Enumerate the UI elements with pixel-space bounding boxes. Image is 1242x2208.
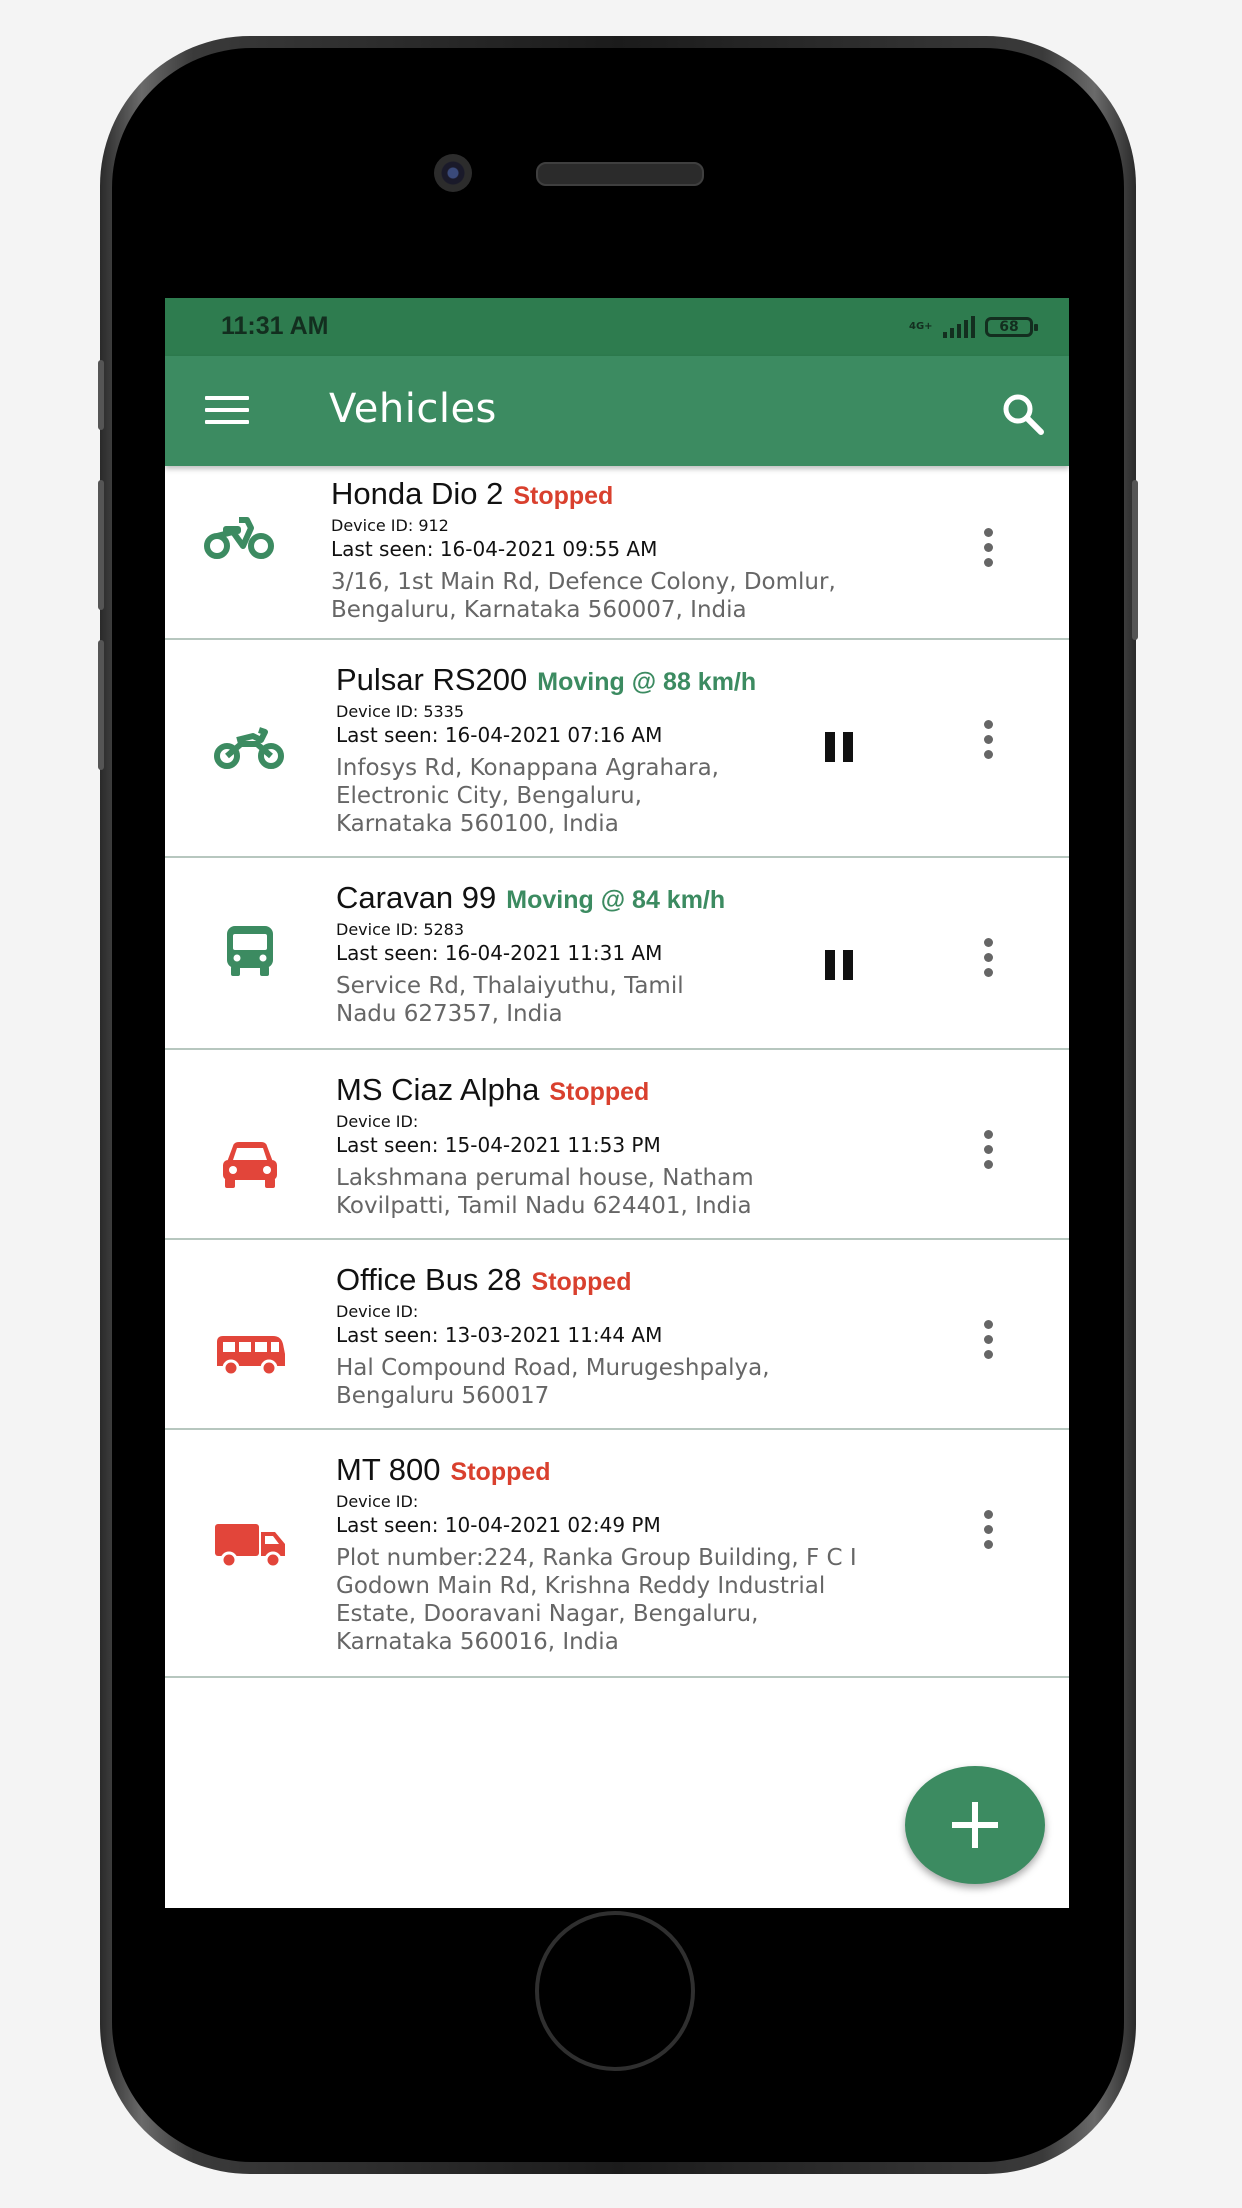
vehicle-info: Office Bus 28 Stopped Device ID: Last see…	[336, 1262, 770, 1410]
pause-icon[interactable]	[825, 950, 855, 980]
battery-icon: 68	[985, 317, 1038, 337]
add-vehicle-button[interactable]	[905, 1766, 1045, 1884]
vehicle-name: Office Bus 28	[336, 1262, 522, 1297]
vehicle-row[interactable]: MT 800 Stopped Device ID: Last seen: 10-0…	[165, 1430, 1069, 1678]
vehicle-info: Caravan 99 Moving @ 84 km/h Device ID: 52…	[336, 880, 725, 1028]
vehicle-info: MS Ciaz Alpha Stopped Device ID: Last see…	[336, 1072, 754, 1220]
van-icon	[217, 1336, 285, 1377]
vehicle-info: Pulsar RS200 Moving @ 88 km/h Device ID: …	[336, 662, 756, 838]
signal-icon	[943, 316, 975, 338]
earpiece-speaker	[536, 162, 704, 186]
vehicle-status: Stopped	[531, 1268, 632, 1296]
last-seen: Last seen: 16-04-2021 09:55 AM	[331, 537, 658, 561]
vehicle-status: Moving @ 88 km/h	[537, 668, 757, 696]
vehicle-name: Pulsar RS200	[336, 662, 528, 697]
page-title: Vehicles	[329, 386, 497, 432]
vehicle-status: Moving @ 84 km/h	[506, 886, 726, 914]
vehicle-info: Honda Dio 2 Stopped Device ID: 912 Last s…	[331, 476, 836, 624]
last-seen: Last seen: 15-04-2021 11:53 PM	[336, 1133, 661, 1157]
device-id: Device ID: 5283	[336, 920, 465, 939]
device-id: Device ID: 912	[331, 516, 449, 535]
front-camera	[434, 154, 472, 192]
bus-icon	[227, 926, 273, 976]
last-seen: Last seen: 16-04-2021 07:16 AM	[336, 723, 663, 747]
last-seen: Last seen: 13-03-2021 11:44 AM	[336, 1323, 663, 1347]
device-id: Device ID:	[336, 1112, 419, 1131]
status-time: 11:31 AM	[221, 312, 329, 340]
vehicle-address: Hal Compound Road, Murugeshpalya, Bengal…	[336, 1355, 770, 1409]
truck-icon	[215, 1524, 285, 1569]
vehicle-status: Stopped	[513, 482, 614, 510]
pause-icon[interactable]	[825, 732, 855, 762]
more-options-icon[interactable]	[984, 1510, 994, 1550]
device-id: Device ID:	[336, 1302, 419, 1321]
car-icon	[223, 1142, 277, 1188]
vehicle-name: MS Ciaz Alpha	[336, 1072, 540, 1107]
last-seen: Last seen: 16-04-2021 11:31 AM	[336, 941, 663, 965]
hamburger-menu-icon[interactable]	[205, 396, 249, 426]
power-button	[1132, 480, 1138, 640]
vehicle-status: Stopped	[450, 1458, 551, 1486]
vehicle-address: 3/16, 1st Main Rd, Defence Colony, Domlu…	[331, 569, 836, 623]
vehicle-row[interactable]: Office Bus 28 Stopped Device ID: Last see…	[165, 1240, 1069, 1430]
network-type: 4G+	[909, 321, 933, 332]
scooter-icon	[204, 517, 274, 559]
vehicle-row[interactable]: Pulsar RS200 Moving @ 88 km/h Device ID: …	[165, 640, 1069, 858]
status-bar: 11:31 AM 4G+ 68	[165, 298, 1069, 356]
vehicle-name: Honda Dio 2	[331, 476, 504, 511]
more-options-icon[interactable]	[984, 938, 994, 978]
volume-down-button	[98, 640, 104, 770]
more-options-icon[interactable]	[984, 720, 994, 760]
battery-level: 68	[999, 319, 1019, 335]
device-id: Device ID:	[336, 1492, 419, 1511]
volume-up-button	[98, 480, 104, 610]
side-button	[98, 360, 104, 430]
vehicle-row[interactable]: MS Ciaz Alpha Stopped Device ID: Last see…	[165, 1050, 1069, 1240]
vehicle-address: Lakshmana perumal house, Natham Kovilpat…	[336, 1165, 754, 1219]
vehicle-address: Infosys Rd, Konappana Agrahara, Electron…	[336, 755, 719, 837]
app-screen: 11:31 AM 4G+ 68 Vehicles Honda Dio 2 Sto…	[165, 298, 1069, 1908]
vehicle-address: Service Rd, Thalaiyuthu, Tamil Nadu 6273…	[336, 973, 684, 1027]
vehicle-list: Honda Dio 2 Stopped Device ID: 912 Last s…	[165, 466, 1069, 1678]
vehicle-row[interactable]: Caravan 99 Moving @ 84 km/h Device ID: 52…	[165, 858, 1069, 1050]
more-options-icon[interactable]	[984, 1130, 994, 1170]
home-button[interactable]	[535, 1911, 695, 2071]
more-options-icon[interactable]	[984, 1320, 994, 1360]
more-options-icon[interactable]	[984, 528, 994, 568]
app-bar: Vehicles	[165, 356, 1069, 466]
vehicle-name: MT 800	[336, 1452, 441, 1487]
motorcycle-icon	[214, 727, 284, 769]
status-icons: 4G+ 68	[909, 312, 1038, 342]
vehicle-status: Stopped	[549, 1078, 650, 1106]
vehicle-name: Caravan 99	[336, 880, 497, 915]
search-icon[interactable]	[1001, 392, 1045, 436]
vehicle-info: MT 800 Stopped Device ID: Last seen: 10-0…	[336, 1452, 857, 1656]
device-id: Device ID: 5335	[336, 702, 465, 721]
last-seen: Last seen: 10-04-2021 02:49 PM	[336, 1513, 661, 1537]
vehicle-address: Plot number:224, Ranka Group Building, F…	[336, 1545, 857, 1655]
vehicle-row[interactable]: Honda Dio 2 Stopped Device ID: 912 Last s…	[165, 466, 1069, 640]
